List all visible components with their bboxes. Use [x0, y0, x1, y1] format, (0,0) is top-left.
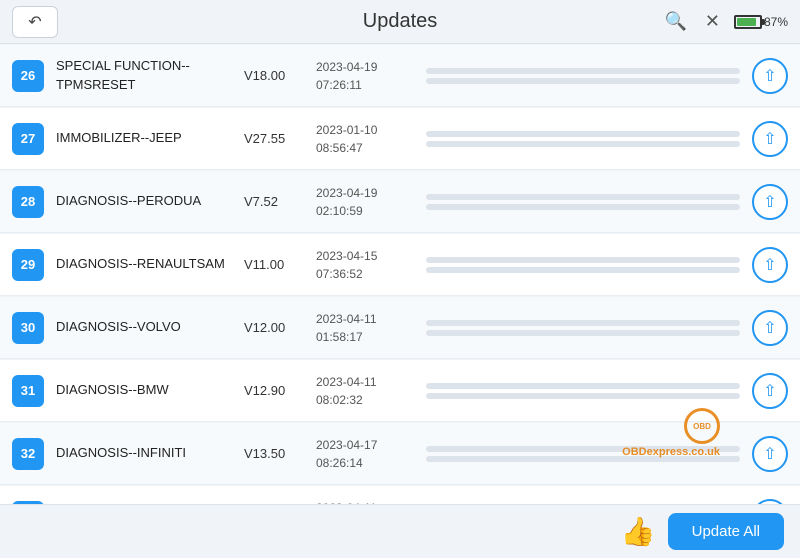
progress-bar-outer-2 — [426, 78, 740, 84]
item-date: 2023-01-1008:56:47 — [316, 121, 416, 157]
item-progress — [426, 257, 740, 273]
list-item: 29 DIAGNOSIS--RENAULTSAM V11.00 2023-04-… — [0, 234, 800, 296]
list-item: 26 SPECIAL FUNCTION--TPMSRESET V18.00 20… — [0, 45, 800, 107]
item-number: 28 — [12, 186, 44, 218]
progress-bar-outer — [426, 131, 740, 137]
item-version: V12.00 — [244, 320, 304, 335]
battery-pct: 87% — [764, 15, 788, 29]
list-item: 33 DIAGNOSIS--ROLLS V12.90 2023-04-1107:… — [0, 486, 800, 504]
item-date: 2023-04-1107:19:09 — [316, 499, 416, 505]
progress-bar-outer-2 — [426, 204, 740, 210]
item-progress — [426, 68, 740, 84]
progress-bar-outer-2 — [426, 393, 740, 399]
item-number: 30 — [12, 312, 44, 344]
item-update-button[interactable]: ⇧ — [752, 247, 788, 283]
progress-bar-outer — [426, 320, 740, 326]
item-number: 26 — [12, 60, 44, 92]
battery-fill — [737, 18, 756, 26]
footer: 👍 Update All — [0, 504, 800, 558]
header-left: ↶ — [12, 6, 58, 38]
back-icon: ↶ — [28, 12, 41, 32]
item-date: 2023-04-1507:36:52 — [316, 247, 416, 283]
item-number: 27 — [12, 123, 44, 155]
item-update-button[interactable]: ⇧ — [752, 58, 788, 94]
item-name: DIAGNOSIS--PERODUA — [56, 192, 236, 210]
list-item: 30 DIAGNOSIS--VOLVO V12.00 2023-04-1101:… — [0, 297, 800, 359]
progress-bar-outer-2 — [426, 330, 740, 336]
item-name: DIAGNOSIS--INFINITI — [56, 444, 236, 462]
item-number: 32 — [12, 438, 44, 470]
list-item: 27 IMMOBILIZER--JEEP V27.55 2023-01-1008… — [0, 108, 800, 170]
header-right: 🔍 ✕ 87% — [660, 7, 788, 36]
progress-bar-outer — [426, 383, 740, 389]
item-number: 31 — [12, 375, 44, 407]
progress-bar-outer-2 — [426, 456, 740, 462]
item-date: 2023-04-1902:10:59 — [316, 184, 416, 220]
item-version: V27.55 — [244, 131, 304, 146]
back-button[interactable]: ↶ — [12, 6, 58, 38]
finger-icon: 👍 — [621, 515, 656, 548]
progress-bar-outer — [426, 446, 740, 452]
item-number: 33 — [12, 501, 44, 505]
header: ↶ Updates 🔍 ✕ 87% — [0, 0, 800, 44]
update-all-button[interactable]: Update All — [668, 513, 784, 550]
item-name: DIAGNOSIS--RENAULTSAM — [56, 255, 236, 273]
item-progress — [426, 446, 740, 462]
item-version: V11.00 — [244, 257, 304, 272]
progress-bar-outer — [426, 68, 740, 74]
item-version: V13.50 — [244, 446, 304, 461]
item-update-button[interactable]: ⇧ — [752, 121, 788, 157]
item-update-button[interactable]: ⇧ — [752, 310, 788, 346]
progress-bar-outer-2 — [426, 141, 740, 147]
list-item: 31 DIAGNOSIS--BMW V12.90 2023-04-1108:02… — [0, 360, 800, 422]
item-version: V18.00 — [244, 68, 304, 83]
page-title: Updates — [363, 10, 438, 33]
item-update-button[interactable]: ⇧ — [752, 499, 788, 505]
battery-indicator: 87% — [734, 15, 788, 29]
item-name: SPECIAL FUNCTION--TPMSRESET — [56, 57, 236, 93]
item-update-button[interactable]: ⇧ — [752, 184, 788, 220]
item-name: DIAGNOSIS--VOLVO — [56, 318, 236, 336]
item-number: 29 — [12, 249, 44, 281]
progress-bar-outer-2 — [426, 267, 740, 273]
item-version: V12.90 — [244, 383, 304, 398]
item-name: IMMOBILIZER--JEEP — [56, 129, 236, 147]
item-date: 2023-04-1907:26:11 — [316, 58, 416, 94]
close-icon[interactable]: ✕ — [701, 7, 724, 36]
item-date: 2023-04-1108:02:32 — [316, 373, 416, 409]
progress-bar-outer — [426, 257, 740, 263]
item-progress — [426, 131, 740, 147]
battery-bar — [734, 15, 762, 29]
item-progress — [426, 383, 740, 399]
search-icon[interactable]: 🔍 — [660, 7, 690, 36]
item-date: 2023-04-1708:26:14 — [316, 436, 416, 472]
list-item: 32 DIAGNOSIS--INFINITI V13.50 2023-04-17… — [0, 423, 800, 485]
list-item: 28 DIAGNOSIS--PERODUA V7.52 2023-04-1902… — [0, 171, 800, 233]
item-update-button[interactable]: ⇧ — [752, 373, 788, 409]
item-date: 2023-04-1101:58:17 — [316, 310, 416, 346]
updates-list: 26 SPECIAL FUNCTION--TPMSRESET V18.00 20… — [0, 44, 800, 504]
item-name: DIAGNOSIS--BMW — [56, 381, 236, 399]
item-progress — [426, 194, 740, 210]
item-version: V7.52 — [244, 194, 304, 209]
item-update-button[interactable]: ⇧ — [752, 436, 788, 472]
item-progress — [426, 320, 740, 336]
progress-bar-outer — [426, 194, 740, 200]
